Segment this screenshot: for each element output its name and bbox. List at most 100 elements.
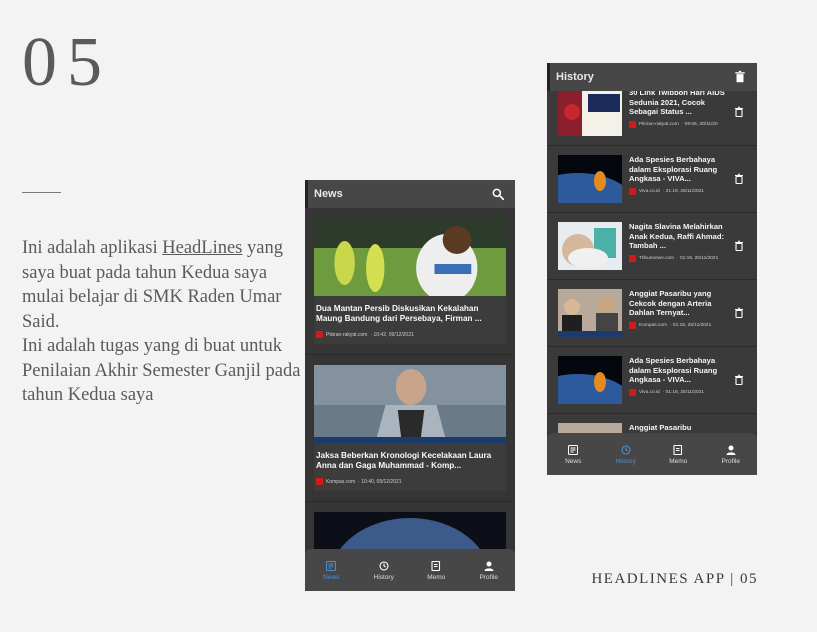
delete-all-icon[interactable] [733, 70, 747, 84]
man-photo [314, 365, 506, 443]
search-icon[interactable] [491, 187, 505, 201]
history-meta: Kompas.com · 01:18, 26/11/2021 [629, 322, 711, 329]
description-paragraph-1: Ini adalah aplikasi HeadLines yang saya … [22, 236, 307, 334]
history-icon [379, 560, 389, 571]
history-title: Anggiat Pasaribu yang Cekcok dengan Arte… [629, 289, 712, 317]
nav-label: Profile [479, 573, 498, 581]
hospital-photo [558, 222, 622, 270]
nav-history[interactable]: History [358, 549, 411, 591]
nav-label: Memo [669, 457, 688, 465]
delete-icon[interactable] [733, 374, 745, 386]
memo-icon [431, 560, 441, 571]
nav-label: News [565, 457, 582, 465]
people-photo [558, 289, 622, 337]
description-paragraph-2: Ini adalah tugas yang di buat untuk Peni… [22, 336, 301, 405]
news-list: Dua Mantan Persib Diskusikan Kekalahan M… [305, 208, 515, 590]
history-time: · 01:18, 26/11/2021 [670, 323, 712, 328]
history-meta: Tribunnews.com · 01:19, 26/11/2021 [629, 255, 718, 262]
nav-label: History [373, 573, 394, 581]
history-title: 30 Link Twibbon Hari AIDS Sedunia 2021, … [629, 91, 725, 116]
delete-icon[interactable] [733, 173, 745, 185]
history-item[interactable]: Ada Spesies Berbahaya dalam Eksplorasi R… [547, 146, 757, 213]
news-source: Pikiran-rakyat.com [326, 331, 368, 338]
bottom-navigation: News History Memo Profile [305, 549, 515, 591]
nav-news[interactable]: News [547, 433, 600, 475]
bottom-navigation: News History Memo Profile [547, 433, 757, 475]
history-list: 30 Link Twibbon Hari AIDS Sedunia 2021, … [547, 91, 757, 433]
history-title: Nagita Slavina Melahirkan Anak Kedua, Ra… [629, 222, 725, 250]
source-favicon-icon [629, 255, 636, 262]
source-favicon-icon [629, 121, 636, 128]
history-title: Ada Spesies Berbahaya dalam Eksplorasi R… [629, 356, 718, 384]
nav-history[interactable]: History [600, 433, 653, 475]
aids-photo [558, 91, 622, 136]
history-source: Viva.co.id [639, 390, 660, 395]
divider [305, 354, 515, 355]
nav-memo[interactable]: Memo [410, 549, 463, 591]
nav-label: News [323, 573, 340, 581]
history-time: · 09:06, 30/11/20 [681, 122, 718, 127]
delete-icon[interactable] [733, 307, 745, 319]
history-title: Ada Spesies Berbahaya dalam Eksplorasi R… [629, 155, 718, 183]
space-photo [558, 155, 622, 203]
news-icon [326, 560, 337, 571]
nav-label: History [615, 457, 636, 465]
news-source: Kompas.com [326, 478, 356, 485]
news-time: · 10:42, 09/12/2021 [370, 331, 414, 338]
news-icon [568, 444, 579, 455]
history-source: Pikiran-rakyat.com [639, 122, 679, 127]
source-favicon-icon [316, 331, 323, 338]
nav-memo[interactable]: Memo [652, 433, 705, 475]
history-meta: Viva.co.id · 21:19, 26/11/2021 [629, 188, 704, 195]
space-photo [558, 356, 622, 404]
history-item[interactable]: Anggiat Pasaribu yang Cekcok dengan Arte… [547, 280, 757, 347]
nav-label: Profile [721, 457, 740, 465]
profile-icon [484, 561, 494, 571]
profile-icon [726, 445, 736, 455]
soccer-photo [314, 218, 506, 296]
history-item[interactable]: Anggiat Pasaribu [547, 414, 757, 433]
history-source: Kompas.com [639, 323, 667, 328]
nav-label: Memo [427, 573, 446, 581]
source-favicon-icon [629, 389, 636, 396]
news-card[interactable]: Dua Mantan Persib Diskusikan Kekalahan M… [314, 218, 506, 344]
source-favicon-icon [629, 188, 636, 195]
divider [305, 501, 515, 502]
slide-number: 05 [22, 24, 112, 101]
history-item[interactable]: 30 Link Twibbon Hari AIDS Sedunia 2021, … [547, 91, 757, 146]
history-time: · 01:19, 26/11/2021 [677, 256, 719, 261]
delete-icon[interactable] [733, 240, 745, 252]
news-title: Dua Mantan Persib Diskusikan Kekalahan M… [316, 304, 482, 323]
history-phone-screen: 30 Link Twibbon Hari AIDS Sedunia 2021, … [547, 63, 757, 475]
news-meta: Pikiran-rakyat.com · 10:42, 09/12/2021 [314, 324, 506, 344]
news-phone-screen: News Dua Mantan Persib Diskusikan Kekala… [305, 180, 515, 591]
app-bar: History [547, 63, 757, 91]
headlines-link[interactable]: HeadLines [162, 238, 242, 258]
history-time: · 21:19, 26/11/2021 [662, 189, 704, 194]
history-meta: Pikiran-rakyat.com · 09:06, 30/11/20 [629, 121, 718, 128]
app-bar-title: History [556, 71, 594, 83]
nav-profile[interactable]: Profile [705, 433, 758, 475]
news-meta: Kompas.com · 10:40, 09/12/2021 [314, 471, 506, 491]
delete-icon[interactable] [733, 106, 745, 118]
nav-news[interactable]: News [305, 549, 358, 591]
footer-title: HEADLINES APP | 05 [591, 571, 758, 587]
source-favicon-icon [316, 478, 323, 485]
history-item[interactable]: Ada Spesies Berbahaya dalam Eksplorasi R… [547, 347, 757, 414]
app-bar-title: News [314, 188, 343, 200]
divider [22, 192, 61, 193]
history-meta: Viva.co.id · 01:18, 26/11/2021 [629, 389, 704, 396]
history-item[interactable]: Nagita Slavina Melahirkan Anak Kedua, Ra… [547, 213, 757, 280]
news-time: · 10:40, 09/12/2021 [358, 478, 402, 485]
history-title: Anggiat Pasaribu [629, 423, 692, 432]
app-bar: News [305, 180, 515, 208]
history-time: · 01:18, 26/11/2021 [662, 390, 704, 395]
memo-icon [673, 444, 683, 455]
history-icon [621, 444, 631, 455]
source-favicon-icon [629, 322, 636, 329]
history-source: Tribunnews.com [639, 256, 675, 261]
slide-description: Ini adalah aplikasi HeadLines yang saya … [22, 236, 307, 408]
news-card[interactable]: Jaksa Beberkan Kronologi Kecelakaan Laur… [314, 365, 506, 491]
people-photo [558, 423, 622, 433]
nav-profile[interactable]: Profile [463, 549, 516, 591]
